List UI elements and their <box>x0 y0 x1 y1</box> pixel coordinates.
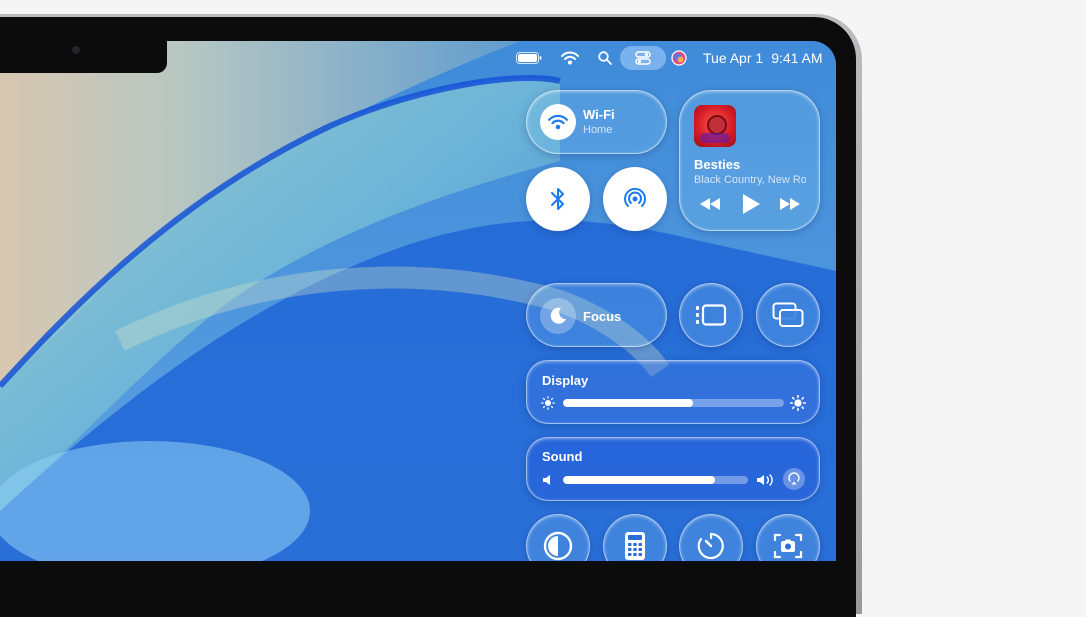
timer-icon <box>697 532 724 560</box>
volume-slider-fill <box>563 476 715 484</box>
desktop-screen: Tue Apr 1 9:41 AM Wi-Fi Home Besties Bla… <box>0 41 836 561</box>
airdrop-icon <box>624 187 646 207</box>
audio-output-button[interactable] <box>783 468 805 490</box>
siri-icon[interactable] <box>671 41 687 74</box>
speaker-low-icon <box>543 475 550 485</box>
sound-module: Sound <box>526 437 820 501</box>
screen-mirroring-icon <box>772 302 804 327</box>
volume-slider[interactable] <box>563 476 748 484</box>
bluetooth-icon <box>551 188 564 210</box>
brightness-slider[interactable] <box>563 399 784 407</box>
screen-mirroring-button[interactable] <box>756 283 820 347</box>
wifi-title: Wi-Fi <box>583 107 615 122</box>
stage-manager-button[interactable] <box>679 283 743 347</box>
search-icon[interactable] <box>598 41 612 74</box>
play-icon <box>743 194 760 214</box>
calculator-icon <box>625 532 645 560</box>
timer-button[interactable] <box>679 514 743 561</box>
dark-mode-icon <box>543 531 573 561</box>
wifi-tile[interactable]: Wi-Fi Home <box>526 90 667 154</box>
fast-forward-button[interactable] <box>778 196 802 217</box>
display-module: Display <box>526 360 820 424</box>
now-playing-tile[interactable]: Besties Black Country, New Road <box>679 90 820 231</box>
stage-manager-icon <box>696 304 727 326</box>
battery-icon[interactable] <box>516 41 542 74</box>
wifi-toggle[interactable] <box>540 104 576 140</box>
focus-title: Focus <box>583 309 622 324</box>
control-center-icon[interactable] <box>620 46 666 70</box>
moon-icon <box>550 307 566 324</box>
sound-title: Sound <box>542 449 583 464</box>
wifi-icon[interactable] <box>561 41 579 74</box>
wifi-network: Home <box>583 124 613 136</box>
brightness-low-icon <box>541 396 555 410</box>
wifi-icon <box>548 114 568 130</box>
fast-forward-icon <box>780 198 800 210</box>
speaker-high-icon <box>757 474 773 486</box>
screenshot-button[interactable] <box>756 514 820 561</box>
menubar-date: Tue Apr 1 <box>703 49 764 66</box>
brightness-high-icon <box>790 395 806 411</box>
menubar-time: 9:41 AM <box>771 49 823 66</box>
album-art <box>694 105 736 147</box>
screenshot-icon <box>773 533 803 559</box>
camera-lens <box>72 46 80 54</box>
display-title: Display <box>542 373 589 388</box>
focus-tile[interactable]: Focus <box>526 283 667 347</box>
brightness-slider-fill <box>563 399 694 407</box>
menubar-clock[interactable]: Tue Apr 1 9:41 AM <box>703 41 823 74</box>
calculator-button[interactable] <box>603 514 667 561</box>
dark-mode-button[interactable] <box>526 514 590 561</box>
camera-notch <box>0 17 167 73</box>
track-title: Besties <box>694 157 741 172</box>
airplay-audio-icon <box>788 472 800 485</box>
airdrop-button[interactable] <box>603 167 667 231</box>
control-center: Wi-Fi Home Besties Black Country, New Ro… <box>0 41 836 561</box>
play-button[interactable] <box>741 193 761 220</box>
track-artist: Black Country, New Road <box>694 174 806 186</box>
bluetooth-button[interactable] <box>526 167 590 231</box>
rewind-icon <box>700 198 720 210</box>
rewind-button[interactable] <box>698 196 722 217</box>
focus-toggle[interactable] <box>540 298 576 334</box>
